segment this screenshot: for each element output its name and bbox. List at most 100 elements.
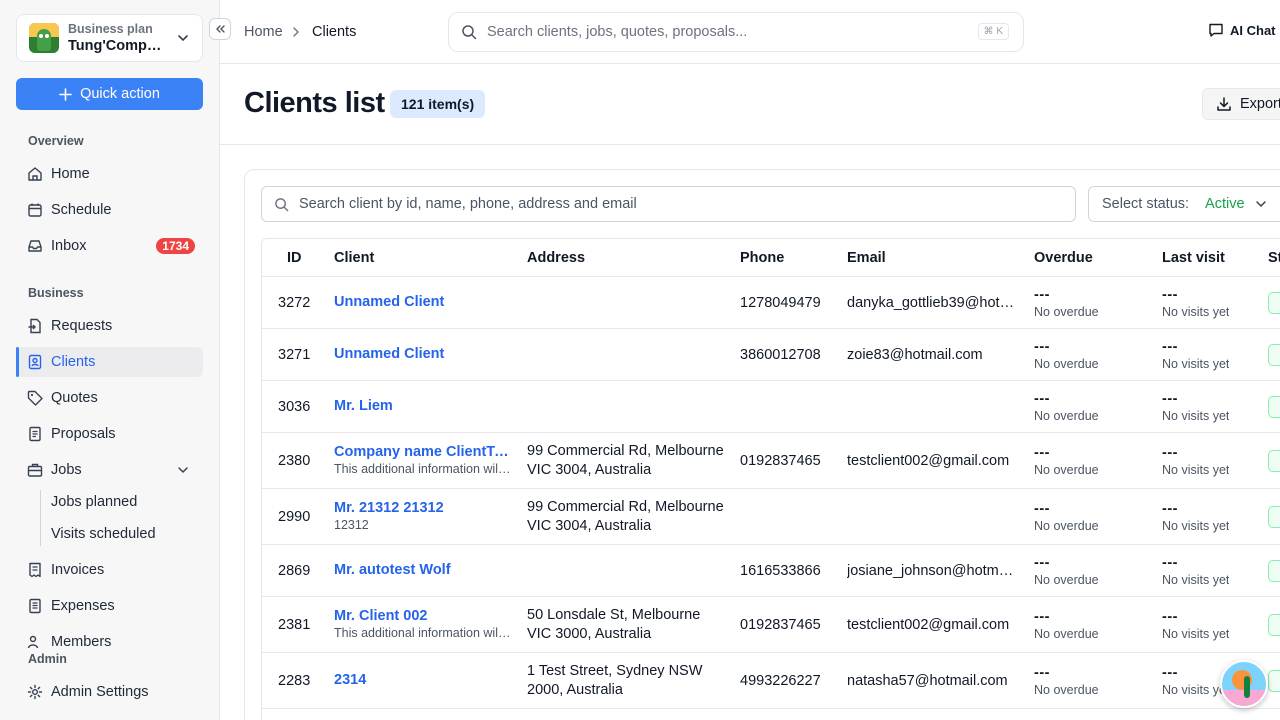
table-row[interactable]: 2283 2314 1 Test Street, Sydney NSW 2000… (262, 653, 1280, 709)
client-link[interactable]: Unnamed Client (334, 346, 514, 362)
table-row[interactable]: 3271 Unnamed Client 3860012708 zoie83@ho… (262, 329, 1280, 381)
global-search-input[interactable] (487, 24, 957, 40)
sidebar-item-label: Proposals (51, 426, 116, 442)
last-visit-value: --- (1162, 392, 1178, 407)
overdue-note: No overdue (1034, 683, 1099, 697)
export-button[interactable]: Export (1202, 88, 1280, 120)
sidebar-item-admin-settings[interactable]: Admin Settings (16, 677, 203, 707)
sidebar-item-expenses[interactable]: Expenses (16, 591, 203, 621)
overdue-note: No overdue (1034, 573, 1099, 587)
client-link[interactable]: Mr. Liem (334, 398, 514, 414)
assistant-launcher-avatar[interactable] (1220, 660, 1268, 708)
sidebar-item-label: Jobs (51, 462, 82, 478)
status-badge (1268, 450, 1280, 472)
search-icon (275, 197, 289, 211)
download-icon (1217, 97, 1231, 111)
last-visit-note: No visits yet (1162, 357, 1230, 371)
collapse-sidebar-button[interactable] (209, 18, 231, 40)
cell-phone: 0192837465 (740, 453, 821, 469)
breadcrumb-home[interactable]: Home (244, 24, 283, 40)
overdue-value: --- (1034, 556, 1050, 571)
status-select-label: Select status: (1102, 196, 1190, 212)
header-overdue[interactable]: Overdue (1034, 250, 1093, 266)
cell-phone: 3860012708 (740, 347, 821, 363)
sidebar-item-label: Admin Settings (51, 684, 149, 700)
sidebar-item-clients[interactable]: Clients (16, 347, 203, 377)
header-phone[interactable]: Phone (740, 250, 784, 266)
item-count-badge: 121 item(s) (390, 90, 486, 118)
overdue-value: --- (1034, 446, 1050, 461)
section-admin: Admin (28, 652, 67, 666)
sidebar-item-proposals[interactable]: Proposals (16, 419, 203, 449)
chevron-right-icon (293, 27, 299, 37)
invoice-icon (26, 562, 43, 579)
sidebar-item-inbox[interactable]: Inbox 1734 (16, 231, 203, 261)
breadcrumb-current: Clients (312, 24, 357, 40)
table-row[interactable]: 2869 Mr. autotest Wolf 1616533866 josian… (262, 545, 1280, 597)
client-link[interactable]: Mr. autotest Wolf (334, 562, 514, 578)
table-row[interactable]: 3272 Unnamed Client 1278049479 danyka_go… (262, 277, 1280, 329)
overdue-note: No overdue (1034, 627, 1099, 641)
sidebar-item-jobs[interactable]: Jobs (16, 455, 203, 485)
header-email[interactable]: Email (847, 250, 886, 266)
quick-action-button[interactable]: Quick action (16, 78, 203, 110)
header-id[interactable]: ID (287, 250, 302, 266)
sidebar-item-requests[interactable]: Requests (16, 311, 203, 341)
submenu-guide (40, 490, 41, 546)
client-search (261, 186, 1076, 222)
table-row[interactable]: 2380 Company name ClientTest002 This add… (262, 433, 1280, 489)
client-link[interactable]: Unnamed Client (334, 294, 514, 310)
status-select[interactable]: Select status: Active (1088, 186, 1280, 222)
client-link[interactable]: 2314 (334, 672, 514, 688)
cell-address: 99 Commercial Rd, Melbourne VIC 3004, Au… (527, 443, 724, 478)
overdue-note: No overdue (1034, 409, 1099, 423)
section-business: Business (28, 286, 84, 300)
last-visit-value: --- (1162, 666, 1178, 681)
clients-table: ID Client Address Phone Email Overdue La… (261, 238, 1280, 720)
header-divider (220, 144, 1280, 145)
chevron-down-icon (1255, 201, 1266, 208)
overdue-note: No overdue (1034, 463, 1099, 477)
client-link[interactable]: Mr. 21312 21312 (334, 500, 512, 516)
header-address[interactable]: Address (527, 250, 585, 266)
last-visit-value: --- (1162, 610, 1178, 625)
client-search-input[interactable] (299, 196, 1059, 212)
sidebar-item-schedule[interactable]: Schedule (16, 195, 203, 225)
inbox-icon (26, 238, 43, 255)
ai-chat-button[interactable]: AI Chat (1208, 22, 1276, 38)
export-label: Export (1240, 96, 1280, 112)
status-badge (1268, 560, 1280, 582)
tag-icon (26, 390, 43, 407)
header-client[interactable]: Client (334, 250, 374, 266)
org-switcher[interactable]: Business plan Tung'Company (16, 14, 203, 62)
cell-id: 2283 (278, 673, 311, 689)
sidebar-item-invoices[interactable]: Invoices (16, 555, 203, 585)
overdue-note: No overdue (1034, 519, 1099, 533)
sidebar-item-quotes[interactable]: Quotes (16, 383, 203, 413)
client-link[interactable]: Company name ClientTest002 (334, 444, 512, 460)
sidebar-item-home[interactable]: Home (16, 159, 203, 189)
status-badge (1268, 506, 1280, 528)
table-row[interactable]: 3036 Mr. Liem --- No overdue --- No visits… (262, 381, 1280, 433)
topbar: Home Clients ⌘ K AI Chat (220, 0, 1280, 64)
status-badge (1268, 396, 1280, 418)
document-icon (26, 426, 43, 443)
header-last-visit[interactable]: Last visit (1162, 250, 1225, 266)
client-link[interactable]: Mr. Client 002 (334, 608, 512, 624)
cell-id: 2381 (278, 617, 311, 633)
search-icon (462, 25, 477, 40)
header-status[interactable]: Status (1268, 250, 1280, 266)
client-note: 12312 (334, 518, 369, 532)
overdue-note: No overdue (1034, 305, 1099, 319)
cell-id: 3272 (278, 295, 311, 311)
table-row[interactable]: 2381 Mr. Client 002 This additional info… (262, 597, 1280, 653)
last-visit-value: --- (1162, 446, 1178, 461)
sidebar-item-visits-scheduled[interactable]: Visits scheduled (51, 526, 156, 542)
overdue-value: --- (1034, 340, 1050, 355)
last-visit-note: No visits yet (1162, 573, 1230, 587)
overdue-value: --- (1034, 392, 1050, 407)
cell-id: 2380 (278, 453, 311, 469)
table-row[interactable]: 2990 Mr. 21312 21312 12312 99 Commercial… (262, 489, 1280, 545)
sidebar-item-jobs-planned[interactable]: Jobs planned (51, 494, 137, 510)
chevron-down-icon (178, 467, 188, 474)
